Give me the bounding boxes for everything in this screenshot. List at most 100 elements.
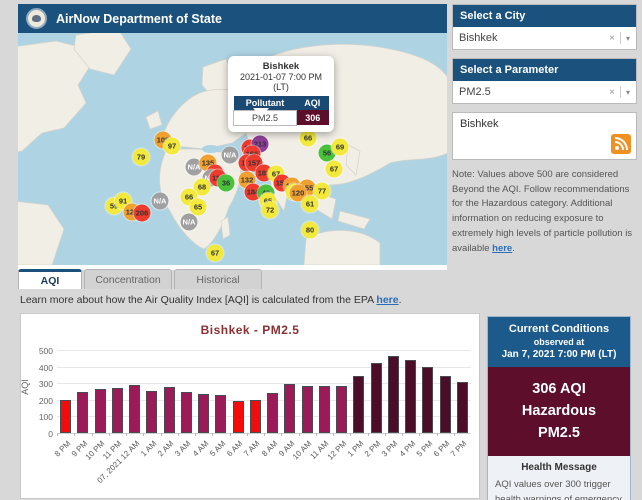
gridline bbox=[57, 350, 471, 351]
tab-aqi[interactable]: AQI bbox=[18, 269, 82, 289]
x-axis-tick bbox=[57, 433, 58, 436]
aqi-bar[interactable] bbox=[129, 385, 140, 433]
x-axis-tick bbox=[402, 433, 403, 436]
x-axis-tick bbox=[281, 433, 282, 436]
cc-health-message: Health Message AQI values over 300 trigg… bbox=[488, 456, 630, 500]
map-marker[interactable]: 79 bbox=[133, 149, 150, 166]
popup-arrow bbox=[253, 108, 269, 117]
aqi-bar[interactable] bbox=[422, 367, 433, 433]
map-marker[interactable]: 77 bbox=[314, 183, 331, 200]
map-marker[interactable]: N/A bbox=[222, 147, 239, 164]
map-marker[interactable]: 61 bbox=[302, 196, 319, 213]
map-marker[interactable]: 72 bbox=[262, 202, 279, 219]
world-aqi-map[interactable]: 1059779N/A135153N/AN/A11236686665N/AN/A6… bbox=[18, 33, 447, 265]
aqi-bar[interactable] bbox=[233, 401, 244, 433]
aqi-bar[interactable] bbox=[353, 376, 364, 433]
learn-more-text: Learn more about how the Air Quality Ind… bbox=[20, 294, 402, 306]
aqi-bar[interactable] bbox=[146, 391, 157, 433]
y-axis-tick: 100 bbox=[23, 412, 53, 422]
note-text: Note: Values above 500 are considered Be… bbox=[452, 169, 632, 254]
aqi-bar[interactable] bbox=[371, 363, 382, 433]
feed-box: Bishkek bbox=[452, 112, 637, 160]
city-select-value: Bishkek bbox=[459, 32, 604, 44]
cc-aqi-category: Hazardous bbox=[492, 401, 626, 423]
map-marker[interactable]: 206 bbox=[134, 205, 151, 222]
aqi-bar[interactable] bbox=[60, 400, 71, 433]
aqi-bar[interactable] bbox=[112, 388, 123, 433]
x-axis-tick bbox=[178, 433, 179, 436]
aqi-bar[interactable] bbox=[267, 393, 278, 433]
city-select[interactable]: Bishkek × ▾ bbox=[453, 27, 636, 49]
popup-city: Bishkek bbox=[232, 61, 330, 72]
aqi-bar[interactable] bbox=[164, 387, 175, 433]
aqi-bar[interactable] bbox=[95, 389, 106, 433]
x-axis-tick bbox=[299, 433, 300, 436]
learn-more-prefix: Learn more about how the Air Quality Ind… bbox=[20, 294, 376, 306]
note-suffix: . bbox=[512, 243, 515, 254]
map-marker[interactable]: 36 bbox=[218, 175, 235, 192]
select-parameter-header: Select a Parameter bbox=[453, 59, 636, 81]
aqi-bar[interactable] bbox=[388, 356, 399, 433]
x-axis-tick bbox=[126, 433, 127, 436]
map-marker[interactable]: 67 bbox=[207, 245, 224, 262]
aqi-bar[interactable] bbox=[319, 386, 330, 433]
chevron-down-icon[interactable]: ▾ bbox=[621, 34, 630, 43]
map-marker[interactable]: 80 bbox=[302, 222, 319, 239]
map-marker[interactable]: 66 bbox=[300, 130, 317, 147]
select-city-header: Select a City bbox=[453, 5, 636, 27]
popup-datetime: 2021-01-07 7:00 PM bbox=[232, 72, 330, 82]
x-axis-tick bbox=[350, 433, 351, 436]
aqi-bar[interactable] bbox=[77, 392, 88, 433]
x-axis-tick bbox=[74, 433, 75, 436]
map-marker[interactable]: 67 bbox=[326, 161, 343, 178]
x-axis-tick bbox=[368, 433, 369, 436]
map-marker[interactable]: 69 bbox=[332, 139, 349, 156]
map-marker[interactable]: N/A bbox=[181, 214, 198, 231]
parameter-clear-icon[interactable]: × bbox=[604, 87, 620, 98]
aqi-bar[interactable] bbox=[405, 360, 416, 433]
chart-plot-area: 01002003004005008 PM9 PM10 PM11 PM07, 20… bbox=[57, 350, 471, 433]
map-marker[interactable]: 65 bbox=[190, 199, 207, 216]
aqi-bar[interactable] bbox=[215, 395, 226, 433]
feed-city-label: Bishkek bbox=[453, 113, 636, 130]
rss-feed-icon[interactable] bbox=[611, 134, 631, 154]
epa-link[interactable]: here bbox=[376, 294, 398, 306]
app-title: AirNow Department of State bbox=[56, 12, 222, 26]
aqi-bar[interactable] bbox=[284, 384, 295, 433]
cc-health-title: Health Message bbox=[495, 462, 623, 473]
aqi-bar[interactable] bbox=[198, 394, 209, 433]
x-axis-tick bbox=[333, 433, 334, 436]
current-conditions-header: Current Conditions observed at Jan 7, 20… bbox=[488, 317, 630, 367]
aqi-bar[interactable] bbox=[302, 386, 313, 433]
parameter-select[interactable]: PM2.5 × ▾ bbox=[453, 81, 636, 103]
cc-health-text: AQI values over 300 trigger health warni… bbox=[495, 477, 623, 500]
cc-aqi-parameter: PM2.5 bbox=[492, 423, 626, 445]
map-marker[interactable]: N/A bbox=[152, 193, 169, 210]
note-here-link[interactable]: here bbox=[492, 243, 512, 254]
tab-concentration[interactable]: Concentration bbox=[84, 269, 172, 289]
x-axis-tick bbox=[316, 433, 317, 436]
select-parameter-box: Select a Parameter PM2.5 × ▾ bbox=[452, 58, 637, 104]
x-axis-tick bbox=[109, 433, 110, 436]
view-tabs: AQI Concentration Historical bbox=[18, 269, 264, 289]
x-axis-tick bbox=[385, 433, 386, 436]
aqi-bar[interactable] bbox=[440, 376, 451, 433]
chevron-down-icon[interactable]: ▾ bbox=[621, 88, 630, 97]
select-city-box: Select a City Bishkek × ▾ bbox=[452, 4, 637, 50]
y-axis-tick: 300 bbox=[23, 379, 53, 389]
aqi-bar[interactable] bbox=[181, 392, 192, 433]
x-axis-tick bbox=[454, 433, 455, 436]
aqi-bar[interactable] bbox=[457, 382, 468, 433]
city-clear-icon[interactable]: × bbox=[604, 33, 620, 44]
x-axis-tick bbox=[247, 433, 248, 436]
cc-datetime: Jan 7, 2021 7:00 PM (LT) bbox=[492, 349, 626, 360]
map-marker[interactable]: 97 bbox=[164, 138, 181, 155]
app-header: AirNow Department of State bbox=[18, 4, 447, 33]
x-axis-tick bbox=[419, 433, 420, 436]
tab-historical[interactable]: Historical bbox=[174, 269, 262, 289]
popup-table: Pollutant AQI PM2.5 306 bbox=[233, 96, 329, 126]
cc-aqi-block: 306 AQI Hazardous PM2.5 bbox=[488, 367, 630, 456]
aqi-bar[interactable] bbox=[336, 386, 347, 433]
aqi-bar[interactable] bbox=[250, 400, 261, 433]
y-axis-tick: 500 bbox=[23, 346, 53, 356]
